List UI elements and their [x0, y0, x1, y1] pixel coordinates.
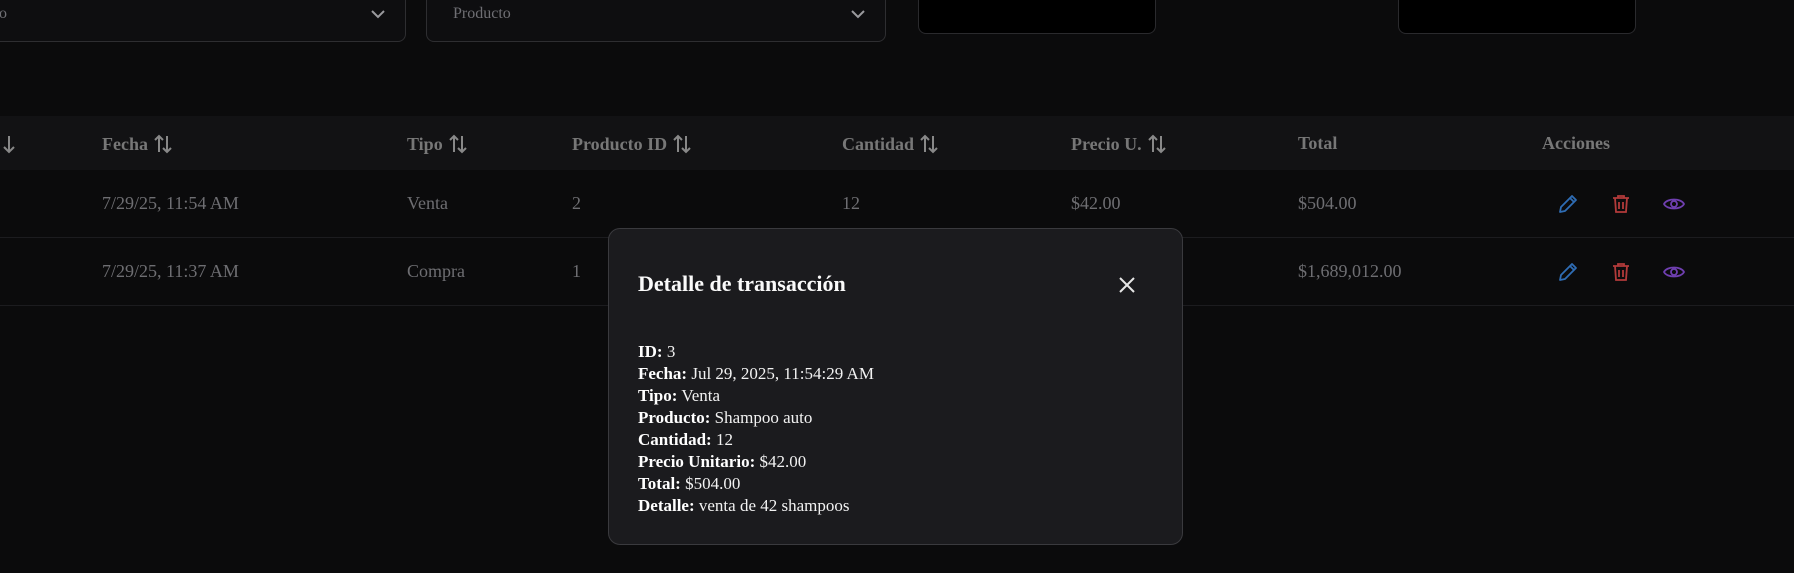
detail-producto: Producto: Shampoo auto: [638, 408, 813, 427]
edit-icon[interactable]: [1556, 192, 1580, 216]
cell-tipo: Venta: [407, 193, 448, 213]
detail-total: Total: $504.00: [638, 474, 741, 493]
first-filter-value: o: [0, 5, 7, 22]
cell-precio: $42.00: [1071, 193, 1121, 213]
column-header-acciones: Acciones: [1542, 133, 1610, 153]
cell-producto-id: 1: [572, 261, 581, 281]
sort-icon: [1146, 133, 1168, 155]
close-icon[interactable]: [1115, 273, 1139, 297]
product-filter-placeholder: Producto: [453, 5, 511, 22]
eye-icon[interactable]: [1662, 192, 1686, 216]
column-header-cantidad[interactable]: Cantidad: [842, 133, 940, 155]
detail-list: ID: 3 Fecha: Jul 29, 2025, 11:54:29 AM T…: [638, 341, 874, 517]
detail-cantidad: Cantidad: 12: [638, 430, 733, 449]
cell-total: $504.00: [1298, 193, 1357, 213]
cell-tipo: Compra: [407, 261, 465, 281]
modal-title: Detalle de transacción: [638, 271, 846, 296]
sort-icon: [671, 133, 693, 155]
product-filter-select[interactable]: Producto: [426, 0, 886, 42]
column-header-precio-u[interactable]: Precio U.: [1071, 133, 1168, 155]
trash-icon[interactable]: [1609, 260, 1633, 284]
column-header-total: Total: [1298, 133, 1338, 153]
cell-fecha: 7/29/25, 11:54 AM: [102, 193, 239, 213]
date-to-input[interactable]: [1398, 0, 1636, 34]
cell-total: $1,689,012.00: [1298, 261, 1402, 281]
sort-icon: [918, 133, 940, 155]
cell-producto-id: 2: [572, 193, 581, 213]
column-header-producto-id[interactable]: Producto ID: [572, 133, 693, 155]
chevron-down-icon: [849, 5, 867, 23]
column-sort-partial[interactable]: [0, 133, 20, 155]
cell-fecha: 7/29/25, 11:37 AM: [102, 261, 239, 281]
edit-icon[interactable]: [1556, 260, 1580, 284]
sort-icon: [447, 133, 469, 155]
detail-fecha: Fecha: Jul 29, 2025, 11:54:29 AM: [638, 364, 874, 383]
date-from-input[interactable]: [918, 0, 1156, 34]
transaction-detail-modal: Detalle de transacción ID: 3 Fecha: Jul …: [608, 228, 1183, 545]
detail-precio-unitario: Precio Unitario: $42.00: [638, 452, 807, 471]
trash-icon[interactable]: [1609, 192, 1633, 216]
first-filter-select[interactable]: o: [0, 0, 406, 42]
detail-tipo: Tipo: Venta: [638, 386, 721, 405]
column-header-fecha[interactable]: Fecha: [102, 133, 174, 155]
table-header: Fecha Tipo Producto ID Cantidad Precio U…: [0, 116, 1794, 170]
sort-icon: [0, 133, 20, 155]
column-header-tipo[interactable]: Tipo: [407, 133, 469, 155]
eye-icon[interactable]: [1662, 260, 1686, 284]
cell-cantidad: 12: [842, 193, 860, 213]
detail-id: ID: 3: [638, 342, 676, 361]
sort-icon: [152, 133, 174, 155]
detail-detalle: Detalle: venta de 42 shampoos: [638, 496, 850, 515]
chevron-down-icon: [369, 5, 387, 23]
